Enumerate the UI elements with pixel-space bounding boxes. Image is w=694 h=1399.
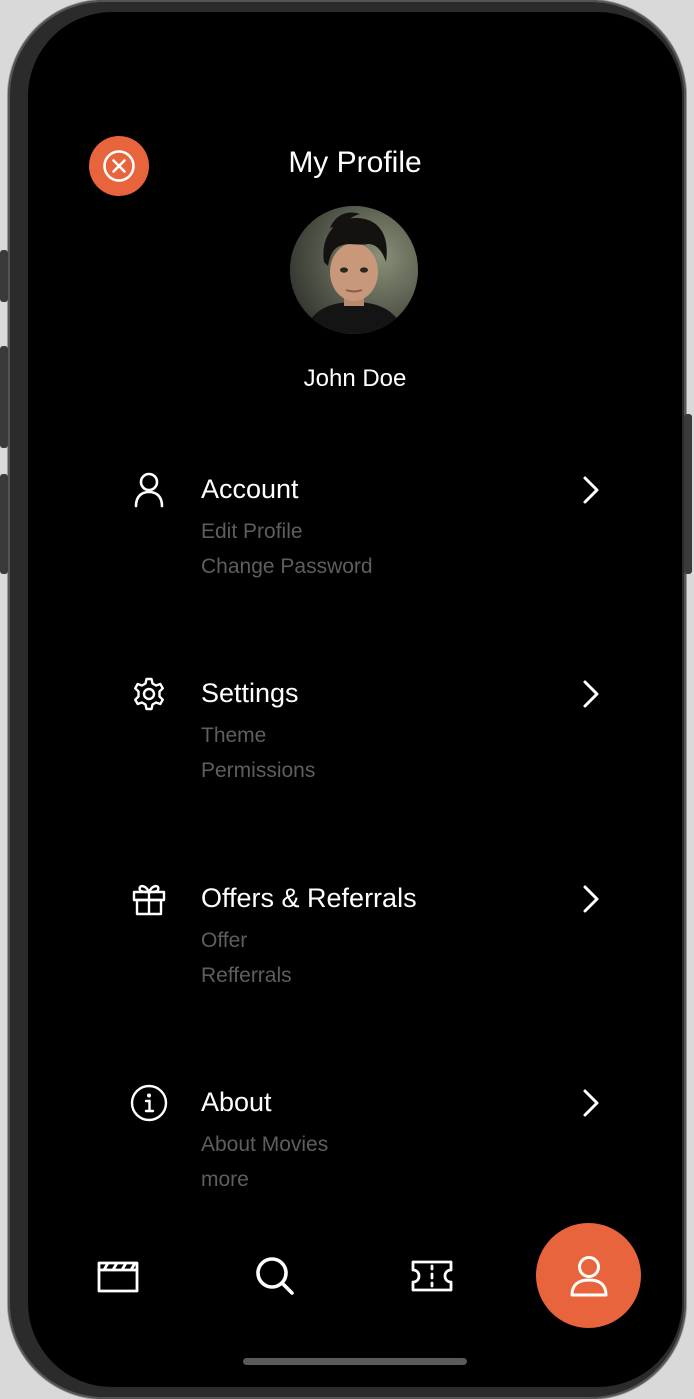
menu-title: Offers & Referrals — [201, 883, 417, 913]
tab-tickets[interactable] — [402, 1246, 462, 1306]
profile-photo — [290, 206, 418, 334]
gear-icon — [123, 668, 175, 720]
avatar[interactable] — [290, 206, 418, 334]
tab-profile[interactable] — [536, 1223, 641, 1328]
power-button — [684, 414, 692, 574]
chevron-right-icon[interactable] — [573, 879, 609, 919]
user-icon — [123, 464, 175, 516]
menu-subitem-change-password[interactable]: Change Password — [201, 555, 373, 579]
mute-switch — [0, 250, 8, 302]
menu-title: Settings — [201, 678, 299, 708]
menu-subitem-about-movies[interactable]: About Movies — [201, 1133, 328, 1157]
user-name: John Doe — [303, 365, 407, 392]
menu-title: About — [201, 1087, 272, 1117]
menu-subitem-offer[interactable]: Offer — [201, 929, 247, 953]
user-icon — [570, 1255, 607, 1296]
menu-subitem-theme[interactable]: Theme — [201, 724, 266, 748]
home-indicator[interactable] — [243, 1358, 467, 1365]
chevron-right-icon[interactable] — [573, 1083, 609, 1123]
volume-up-button — [0, 346, 8, 448]
page-title: My Profile — [288, 146, 422, 179]
menu-item-settings[interactable]: Settings Theme Permissions — [123, 668, 613, 808]
tab-movies[interactable] — [88, 1246, 148, 1306]
chevron-right-icon[interactable] — [573, 674, 609, 714]
device-frame: My Profile John Doe Account Edit Profile… — [0, 0, 692, 1399]
menu-item-account[interactable]: Account Edit Profile Change Password — [123, 464, 613, 604]
search-icon — [256, 1257, 294, 1295]
clapperboard-icon — [97, 1261, 139, 1293]
info-icon — [123, 1077, 175, 1129]
volume-down-button — [0, 474, 8, 574]
menu-title: Account — [201, 474, 299, 504]
tab-search[interactable] — [245, 1246, 305, 1306]
gift-icon — [123, 873, 175, 925]
menu-item-about[interactable]: About About Movies more — [123, 1077, 613, 1217]
menu-subitem-edit-profile[interactable]: Edit Profile — [201, 520, 303, 544]
menu-subitem-referrals[interactable]: Refferrals — [201, 964, 292, 988]
menu-subitem-permissions[interactable]: Permissions — [201, 759, 315, 783]
ticket-icon — [411, 1260, 453, 1292]
app-screen: My Profile John Doe Account Edit Profile… — [28, 12, 682, 1387]
menu-item-offers-referrals[interactable]: Offers & Referrals Offer Refferrals — [123, 873, 613, 1013]
menu-subitem-more[interactable]: more — [201, 1168, 249, 1192]
chevron-right-icon[interactable] — [573, 470, 609, 510]
